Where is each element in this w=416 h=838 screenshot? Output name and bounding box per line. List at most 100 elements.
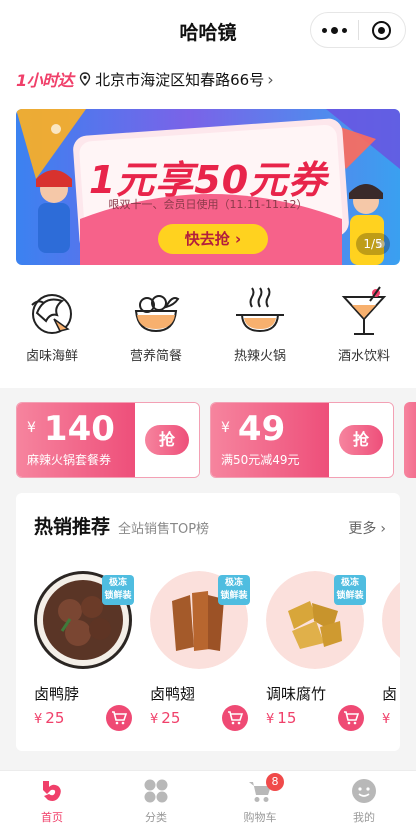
badge-line: 锁鲜装 (220, 591, 248, 601)
tab-label: 首页 (41, 811, 63, 824)
product-card[interactable]: 极冻锁鲜装 卤鸭翅 ¥25 (150, 571, 250, 741)
currency-symbol: ¥ (382, 712, 391, 727)
coupon-card[interactable]: ¥140 麻辣火锅套餐券 抢 (16, 402, 200, 478)
frozen-badge: 极冻 锁鲜装 (218, 575, 250, 605)
product-price: ¥25 (150, 709, 180, 727)
product-price: ¥ (382, 709, 393, 727)
coupon-value: ¥49 满50元减49元 (211, 403, 329, 477)
frozen-badge: 极冻 锁鲜装 (102, 575, 134, 605)
tab-home[interactable]: 首页 (0, 771, 104, 838)
section-subtitle: 全站销售TOP榜 (118, 522, 210, 537)
grab-coupon-button[interactable]: 抢 (339, 425, 383, 455)
tab-label: 我的 (353, 811, 375, 824)
hot-sellers-section: 热销推荐 全站销售TOP榜 更多 › 极冻 锁鲜装 卤鸭脖 ¥ 25 极冻 锁鲜… (16, 493, 400, 751)
product-price: ¥15 (266, 709, 296, 727)
product-name: 卤鸭脖 (34, 685, 80, 703)
add-to-cart-button[interactable] (106, 705, 132, 731)
price-value: 25 (161, 709, 181, 727)
price-value: 25 (45, 709, 65, 727)
section-title: 热销推荐 (34, 516, 111, 538)
category-drinks[interactable]: 酒水饮料 (312, 285, 416, 364)
shrimp-icon (31, 294, 72, 334)
product-card[interactable]: 卤 ¥ (382, 571, 400, 741)
delivery-address: 北京市海淀区知春路66号 (95, 70, 265, 89)
banner-button-label: 快去抢 (184, 230, 230, 248)
category-label: 卤味海鲜 (25, 349, 78, 364)
product-name: 调味腐竹 (266, 685, 327, 703)
category-meals[interactable]: 营养简餐 (104, 285, 208, 364)
coupon-description: 满50元减49元 (221, 453, 300, 467)
tab-label: 购物车 (243, 811, 277, 824)
profile-icon (352, 779, 376, 803)
product-list: 极冻 锁鲜装 卤鸭脖 ¥25 极冻 锁鲜装 卤鸭翅 ¥ 25 极冻 锁鲜装 调味… (34, 571, 400, 741)
currency-symbol: ¥ (266, 712, 275, 727)
coupon-card[interactable]: ¥49 满50元减49元 抢 (210, 402, 394, 478)
home-icon (43, 781, 61, 801)
app-page: 哈哈镜 1小时达 北京市海淀区知春路66号 › 1元享50元券 哏双十一、会员日… (0, 0, 416, 838)
product-price: ¥25 (34, 709, 64, 727)
product-image-partial (382, 571, 400, 669)
coupon-amount: ¥49 (221, 409, 285, 449)
product-name: 卤 (382, 685, 398, 703)
currency-symbol: ¥ (34, 712, 43, 727)
badge-line: 极冻 (108, 578, 127, 588)
product-name: 卤鸭翅 (150, 685, 196, 703)
category-icon (144, 779, 168, 803)
category-row: 卤味海鲜 营养简餐 热辣火锅 酒水饮料 (0, 285, 416, 364)
frozen-badge: 极冻 锁鲜装 (334, 575, 366, 605)
grab-coupon-button[interactable]: 抢 (145, 425, 189, 455)
brand-logo: 1小时达 (16, 71, 74, 90)
badge-line: 锁鲜装 (336, 591, 364, 601)
tab-label: 分类 (145, 811, 167, 824)
coupon-amount-value: 49 (237, 409, 286, 449)
cart-icon (112, 711, 127, 725)
category-label: 酒水饮料 (337, 349, 390, 364)
tab-profile[interactable]: 我的 (312, 771, 416, 838)
banner-grab-button[interactable]: 快去抢 › (158, 224, 268, 254)
currency-symbol: ¥ (27, 420, 36, 436)
chevron-right-icon: › (380, 521, 386, 537)
category-label: 热辣火锅 (233, 349, 286, 364)
location-bar[interactable]: 1小时达 北京市海淀区知春路66号 › (0, 60, 416, 98)
mini-program-capsule (310, 12, 406, 48)
cart-icon (228, 711, 243, 725)
badge-line: 极冻 (340, 578, 359, 588)
navbar: 哈哈镜 (0, 0, 416, 60)
section-header: 热销推荐 全站销售TOP榜 更多 › (34, 512, 386, 539)
hotpot-icon (236, 287, 284, 333)
coupon-amount-value: 140 (43, 409, 115, 449)
currency-symbol: ¥ (150, 712, 159, 727)
coupon-value: ¥140 麻辣火锅套餐券 (17, 403, 135, 477)
currency-symbol: ¥ (221, 420, 230, 436)
tab-cart[interactable]: 8 购物车 (208, 771, 312, 838)
chevron-right-icon: › (267, 69, 274, 89)
close-target-icon[interactable] (358, 13, 405, 47)
more-link[interactable]: 更多 (348, 518, 376, 538)
cocktail-icon (341, 286, 387, 335)
coupon-amount: ¥140 (27, 409, 115, 449)
product-card[interactable]: 极冻锁鲜装 卤鸭脖 ¥25 (34, 571, 134, 741)
category-seafood[interactable]: 卤味海鲜 (0, 285, 104, 364)
cart-icon (344, 711, 359, 725)
category-hotpot[interactable]: 热辣火锅 (208, 285, 312, 364)
cart-count-badge: 8 (266, 773, 284, 791)
banner-subtitle: 哏双十一、会员日使用（11.11-11.12） (108, 198, 308, 211)
coupon-action: 抢 (329, 403, 393, 477)
location-pin-icon (79, 72, 91, 86)
coupon-card-peek[interactable] (404, 402, 416, 478)
badge-line: 锁鲜装 (104, 591, 132, 601)
badge-line: 极冻 (224, 578, 243, 588)
add-to-cart-button[interactable] (222, 705, 248, 731)
product-card[interactable]: 极冻锁鲜装 调味腐竹 ¥15 (266, 571, 366, 741)
tab-category[interactable]: 分类 (104, 771, 208, 838)
category-label: 营养简餐 (129, 349, 182, 364)
add-to-cart-button[interactable] (338, 705, 364, 731)
promo-banner[interactable]: 1元享50元券 哏双十一、会员日使用（11.11-11.12） 快去抢 › 1/… (16, 109, 400, 265)
coupon-description: 麻辣火锅套餐券 (27, 453, 112, 467)
banner-page-indicator: 1/5 (356, 233, 390, 255)
coupon-action: 抢 (135, 403, 199, 477)
bowl-icon (134, 295, 180, 333)
price-value: 15 (277, 709, 297, 727)
more-dots-icon[interactable] (311, 13, 358, 47)
coupon-row: ¥140 麻辣火锅套餐券 抢 ¥49 满50元减49元 抢 (16, 402, 416, 478)
